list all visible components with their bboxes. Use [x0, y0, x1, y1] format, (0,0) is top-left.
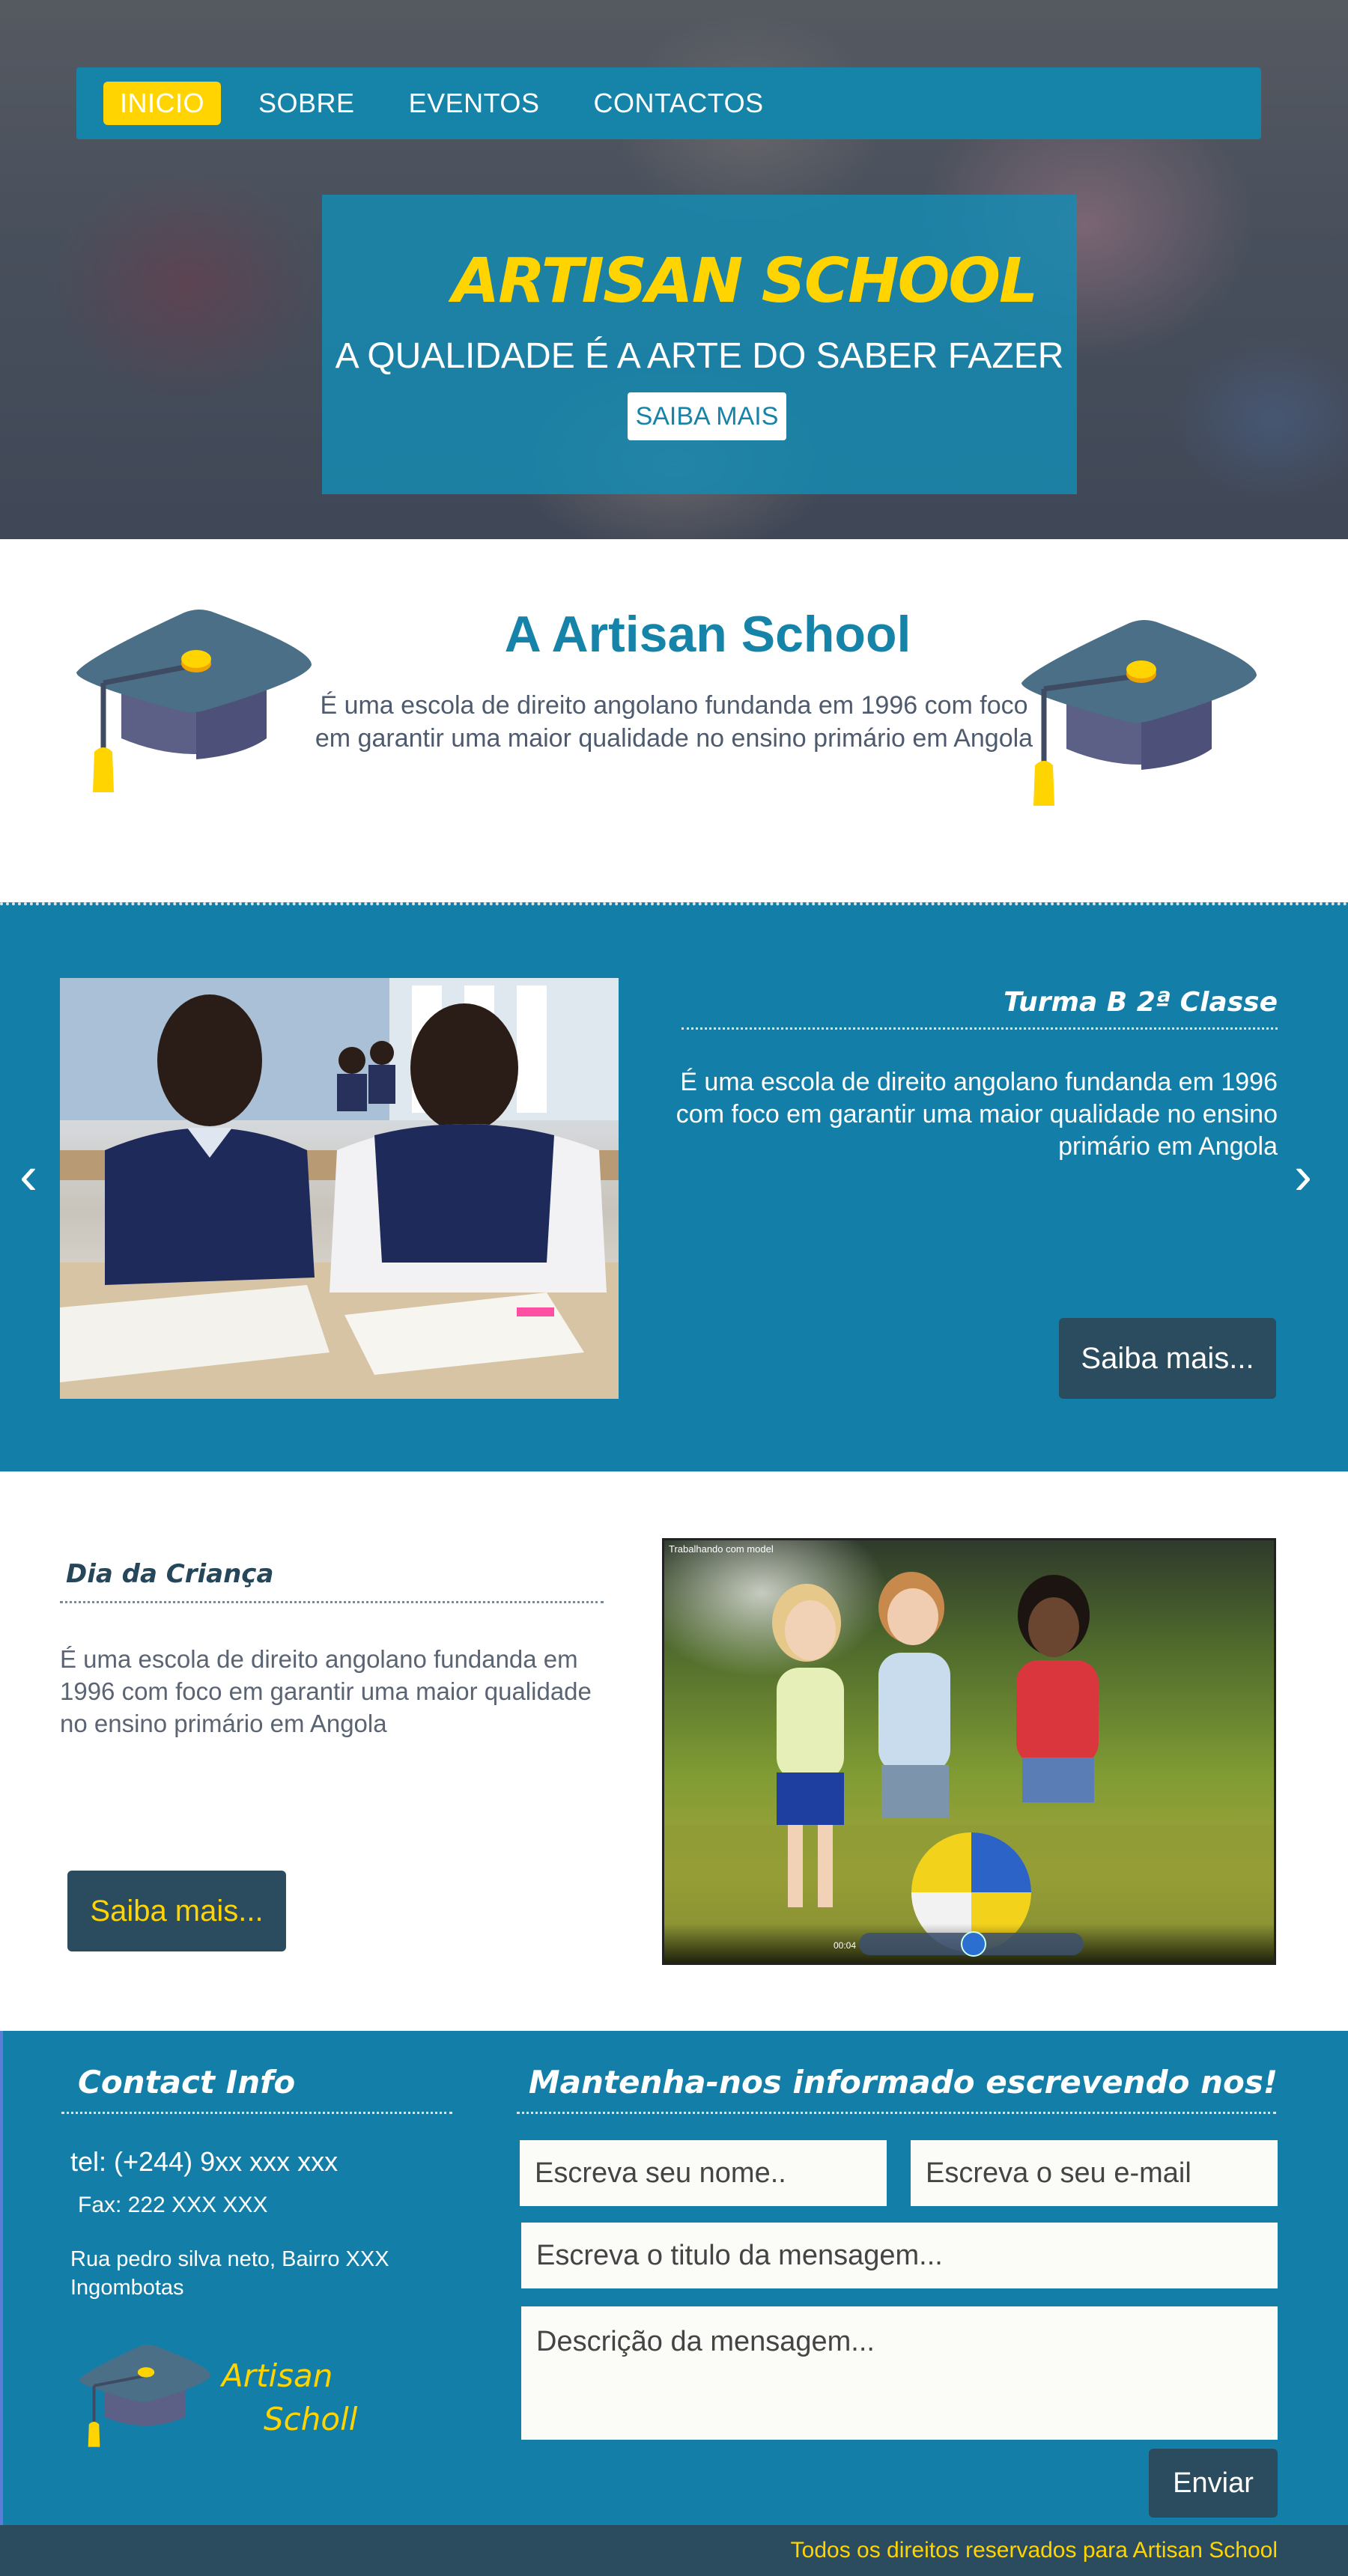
hero-title: ARTISAN SCHOOL [452, 246, 1039, 317]
copyright-bar: Todos os direitos reservados para Artisa… [0, 2525, 1348, 2576]
contact-address: Rua pedro silva neto, Bairro XXX Ingombo… [70, 2247, 389, 2300]
footer-brand-line1: Artisan [222, 2357, 333, 2394]
video-time: 00:04 [834, 1940, 857, 1951]
contact-telephone: tel: (+244) 9xx xxx xxx [70, 2146, 338, 2177]
footer-logo-cap-icon [79, 2344, 211, 2447]
hero-panel: ARTISAN SCHOOL A QUALIDADE É A ARTE DO S… [322, 195, 1077, 494]
email-input[interactable] [911, 2140, 1278, 2206]
video-title: Trabalhando com model [669, 1543, 774, 1555]
subject-input[interactable] [521, 2223, 1278, 2288]
turma-description: É uma escola de direito angolano fundand… [675, 1068, 1278, 1161]
turma-saiba-mais-button[interactable]: Saiba mais... [1059, 1318, 1276, 1399]
slider-next-arrow-icon[interactable]: › [1281, 1146, 1326, 1206]
main-navbar: INICIO SOBRE EVENTOS CONTACTOS [76, 67, 1261, 139]
nav-item-inicio[interactable]: INICIO [103, 82, 222, 125]
turma-title: Turma B 2ª Classe [1004, 987, 1278, 1018]
dia-title: Dia da Criança [66, 1559, 274, 1589]
nav-item-sobre[interactable]: SOBRE [242, 82, 371, 125]
hero-saiba-mais-button[interactable]: SAIBA MAIS [628, 392, 786, 440]
nav-item-eventos[interactable]: EVENTOS [392, 82, 556, 125]
hero-subtitle: A QUALIDADE É A ARTE DO SABER FAZER [335, 336, 1064, 376]
contact-form-divider [517, 2112, 1276, 2114]
contact-fax: Fax: 222 XXX XXX [78, 2193, 268, 2217]
slider-prev-arrow-icon[interactable]: ‹ [6, 1146, 51, 1206]
message-textarea[interactable] [521, 2306, 1278, 2440]
contact-form-title: Mantenha-nos informado escrevendo nos! [528, 2064, 1278, 2100]
about-title: A Artisan School [504, 606, 911, 663]
classroom-photo [60, 978, 619, 1399]
hero-banner: INICIO SOBRE EVENTOS CONTACTOS ARTISAN S… [0, 0, 1348, 539]
dia-divider [60, 1601, 604, 1603]
dia-description: É uma escola de direito angolano fundand… [60, 1645, 592, 1737]
turma-divider [681, 1027, 1278, 1030]
video-player[interactable]: Trabalhando com model 00:04 [662, 1538, 1276, 1965]
about-description: É uma escola de direito angolano fundand… [315, 691, 1033, 753]
video-frame [664, 1572, 1274, 1963]
video-controls: 00:04 [664, 1924, 1274, 1963]
nav-item-contactos[interactable]: CONTACTOS [577, 82, 780, 125]
dia-saiba-mais-button[interactable]: Saiba mais... [67, 1871, 286, 1951]
contact-info-title: Contact Info [78, 2064, 296, 2100]
name-input[interactable] [520, 2140, 887, 2206]
footer-brand-line2: Scholl [264, 2401, 358, 2437]
contact-divider [61, 2112, 452, 2114]
video-play-icon[interactable] [961, 1931, 986, 1957]
enviar-button[interactable]: Enviar [1149, 2449, 1278, 2518]
